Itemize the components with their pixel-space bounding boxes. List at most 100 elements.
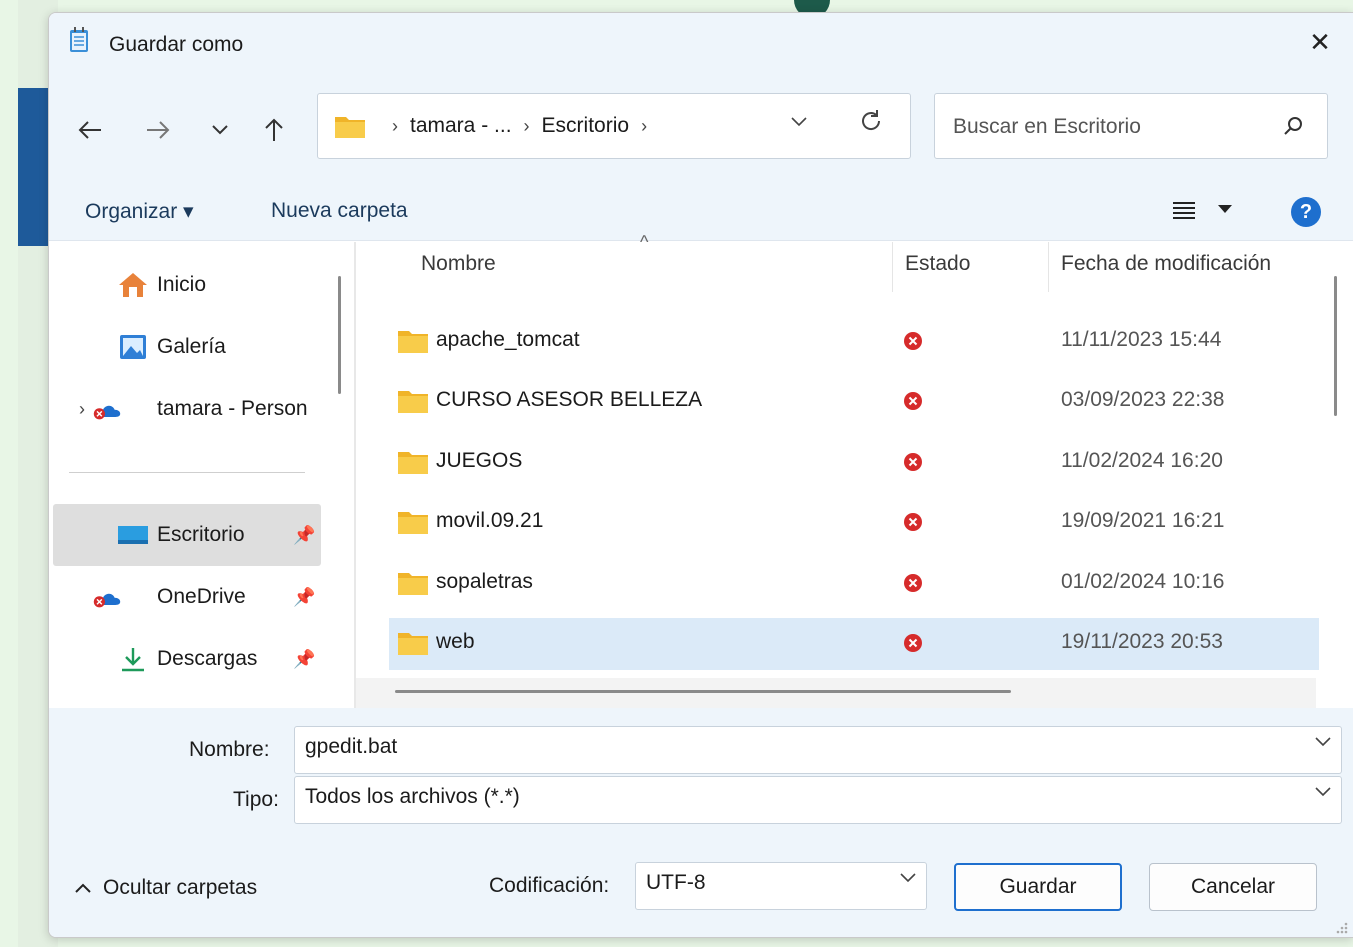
hide-folders-toggle[interactable]: Ocultar carpetas	[75, 876, 257, 900]
sync-error-icon	[904, 453, 922, 471]
view-dropdown[interactable]	[1217, 201, 1233, 219]
file-modified-date: 03/09/2023 22:38	[1061, 388, 1225, 411]
breadcrumb-separator[interactable]: ›	[392, 116, 398, 137]
sidebar-item-galeria[interactable]: Galería	[53, 316, 321, 378]
organize-menu[interactable]: Organizar ▾	[85, 199, 194, 224]
column-header-name[interactable]: Nombre	[421, 252, 496, 276]
file-row[interactable]: movil.09.21 19/09/2021 16:21	[389, 497, 1319, 549]
file-row[interactable]: web 19/11/2023 20:53	[389, 618, 1319, 670]
file-name-input[interactable]: gpedit.bat	[305, 735, 397, 759]
sidebar-item-tamara-onedrive[interactable]: › tamara - Person	[53, 378, 321, 440]
save-form: Nombre: gpedit.bat Tipo: Todos los archi…	[49, 708, 1353, 937]
breadcrumb: › tamara - ... › Escritorio ›	[380, 114, 659, 138]
navigation-pane: Inicio Galería › tamara - Person Escrito…	[49, 242, 355, 708]
file-modified-date: 01/02/2024 10:16	[1061, 570, 1225, 593]
file-row[interactable]: JUEGOS 11/02/2024 16:20	[389, 437, 1319, 489]
pin-icon[interactable]: 📌	[293, 525, 315, 546]
column-divider[interactable]	[892, 242, 893, 292]
file-name: CURSO ASESOR BELLEZA	[436, 388, 703, 411]
file-modified-date: 19/09/2021 16:21	[1061, 509, 1225, 532]
file-row[interactable]: CURSO ASESOR BELLEZA 03/09/2023 22:38	[389, 376, 1319, 428]
chevron-right-icon[interactable]: ›	[79, 399, 85, 420]
cancel-button[interactable]: Cancelar	[1149, 863, 1317, 911]
pin-icon[interactable]: 📌	[293, 649, 315, 670]
pin-icon[interactable]: 📌	[293, 587, 315, 608]
refresh-button[interactable]	[858, 108, 884, 141]
file-name: sopaletras	[436, 570, 533, 593]
sidebar-item-escritorio[interactable]: Escritorio 📌	[53, 504, 321, 566]
encoding-label: Codificación:	[489, 874, 610, 897]
chevron-down-icon[interactable]	[900, 873, 916, 883]
up-button[interactable]	[257, 113, 291, 147]
title-bar: Guardar como ✕	[49, 13, 1353, 75]
column-header-modified[interactable]: Fecha de modificación	[1061, 252, 1271, 276]
search-box[interactable]: Buscar en Escritorio	[934, 93, 1328, 159]
arrow-up-icon	[265, 118, 283, 141]
chevron-down-icon[interactable]	[1315, 787, 1331, 797]
desktop-icon	[118, 526, 148, 544]
horizontal-scrollbar[interactable]	[395, 690, 1011, 693]
forward-button[interactable]	[141, 113, 175, 147]
file-list: ^ Nombre Estado Fecha de modificación ap…	[356, 232, 1353, 708]
vertical-scrollbar[interactable]	[1334, 276, 1337, 416]
search-icon[interactable]	[1281, 114, 1305, 138]
sidebar-item-inicio[interactable]: Inicio	[53, 254, 321, 316]
sync-error-icon	[904, 574, 922, 592]
navigation-bar: › tamara - ... › Escritorio › Buscar en …	[49, 75, 1353, 185]
search-input[interactable]: Buscar en Escritorio	[953, 115, 1141, 139]
file-name: apache_tomcat	[436, 328, 580, 351]
sidebar-item-label: Descargas	[157, 647, 258, 670]
arrow-left-icon	[78, 121, 101, 139]
home-icon	[119, 273, 147, 297]
encoding-select[interactable]: UTF-8	[635, 862, 927, 910]
download-icon	[122, 648, 144, 672]
view-options-button[interactable]	[1171, 199, 1197, 228]
file-name: JUEGOS	[436, 449, 523, 472]
breadcrumb-separator[interactable]: ›	[524, 116, 530, 137]
breadcrumb-item-escritorio[interactable]: Escritorio	[542, 114, 630, 138]
dialog-title: Guardar como	[109, 33, 244, 56]
file-type-label: Tipo:	[233, 788, 279, 811]
sort-ascending-icon: ^	[640, 232, 649, 252]
chevron-down-icon[interactable]	[1315, 737, 1331, 747]
horizontal-scrollbar-track[interactable]	[356, 678, 1316, 708]
sidebar-item-label: tamara - Person	[157, 397, 308, 420]
refresh-icon	[862, 110, 881, 130]
recent-locations-button[interactable]	[203, 113, 237, 147]
sync-error-icon	[904, 392, 922, 410]
file-row[interactable]: apache_tomcat 11/11/2023 15:44	[389, 316, 1319, 368]
breadcrumb-item-tamara[interactable]: tamara - ...	[410, 114, 512, 138]
sync-error-icon	[904, 634, 922, 652]
address-history-dropdown[interactable]	[790, 112, 808, 133]
arrow-right-icon	[147, 121, 170, 139]
folder-icon	[398, 512, 428, 534]
sidebar-item-label: OneDrive	[157, 585, 246, 608]
new-folder-button[interactable]: Nueva carpeta	[271, 199, 408, 223]
back-button[interactable]	[73, 113, 107, 147]
file-modified-date: 11/02/2024 16:20	[1061, 449, 1223, 472]
breadcrumb-separator[interactable]: ›	[641, 116, 647, 137]
list-view-icon	[1173, 202, 1195, 219]
folder-icon	[398, 391, 428, 413]
file-name: web	[436, 630, 475, 653]
column-divider[interactable]	[1048, 242, 1049, 292]
resize-grip-icon[interactable]	[1333, 919, 1349, 935]
sidebar-item-descargas[interactable]: Descargas 📌	[53, 628, 321, 690]
help-button[interactable]: ?	[1291, 197, 1321, 227]
sidebar-item-label: Inicio	[157, 273, 207, 296]
save-button[interactable]: Guardar	[954, 863, 1122, 911]
sidebar-scrollbar[interactable]	[338, 276, 341, 394]
file-type-select[interactable]: Todos los archivos (*.*)	[294, 776, 1342, 824]
notepad-icon	[70, 27, 88, 52]
close-button[interactable]: ✕	[1305, 27, 1335, 57]
chevron-down-icon	[791, 117, 807, 127]
file-name: movil.09.21	[436, 509, 544, 532]
file-name-field[interactable]: gpedit.bat	[294, 726, 1342, 774]
address-bar[interactable]: › tamara - ... › Escritorio ›	[317, 93, 911, 159]
file-modified-date: 19/11/2023 20:53	[1061, 630, 1223, 653]
hide-folders-label: Ocultar carpetas	[103, 876, 258, 899]
column-header-status[interactable]: Estado	[905, 252, 970, 276]
file-row[interactable]: sopaletras 01/02/2024 10:16	[389, 558, 1319, 610]
sidebar-item-onedrive[interactable]: OneDrive 📌	[53, 566, 321, 628]
folder-icon	[398, 331, 428, 353]
